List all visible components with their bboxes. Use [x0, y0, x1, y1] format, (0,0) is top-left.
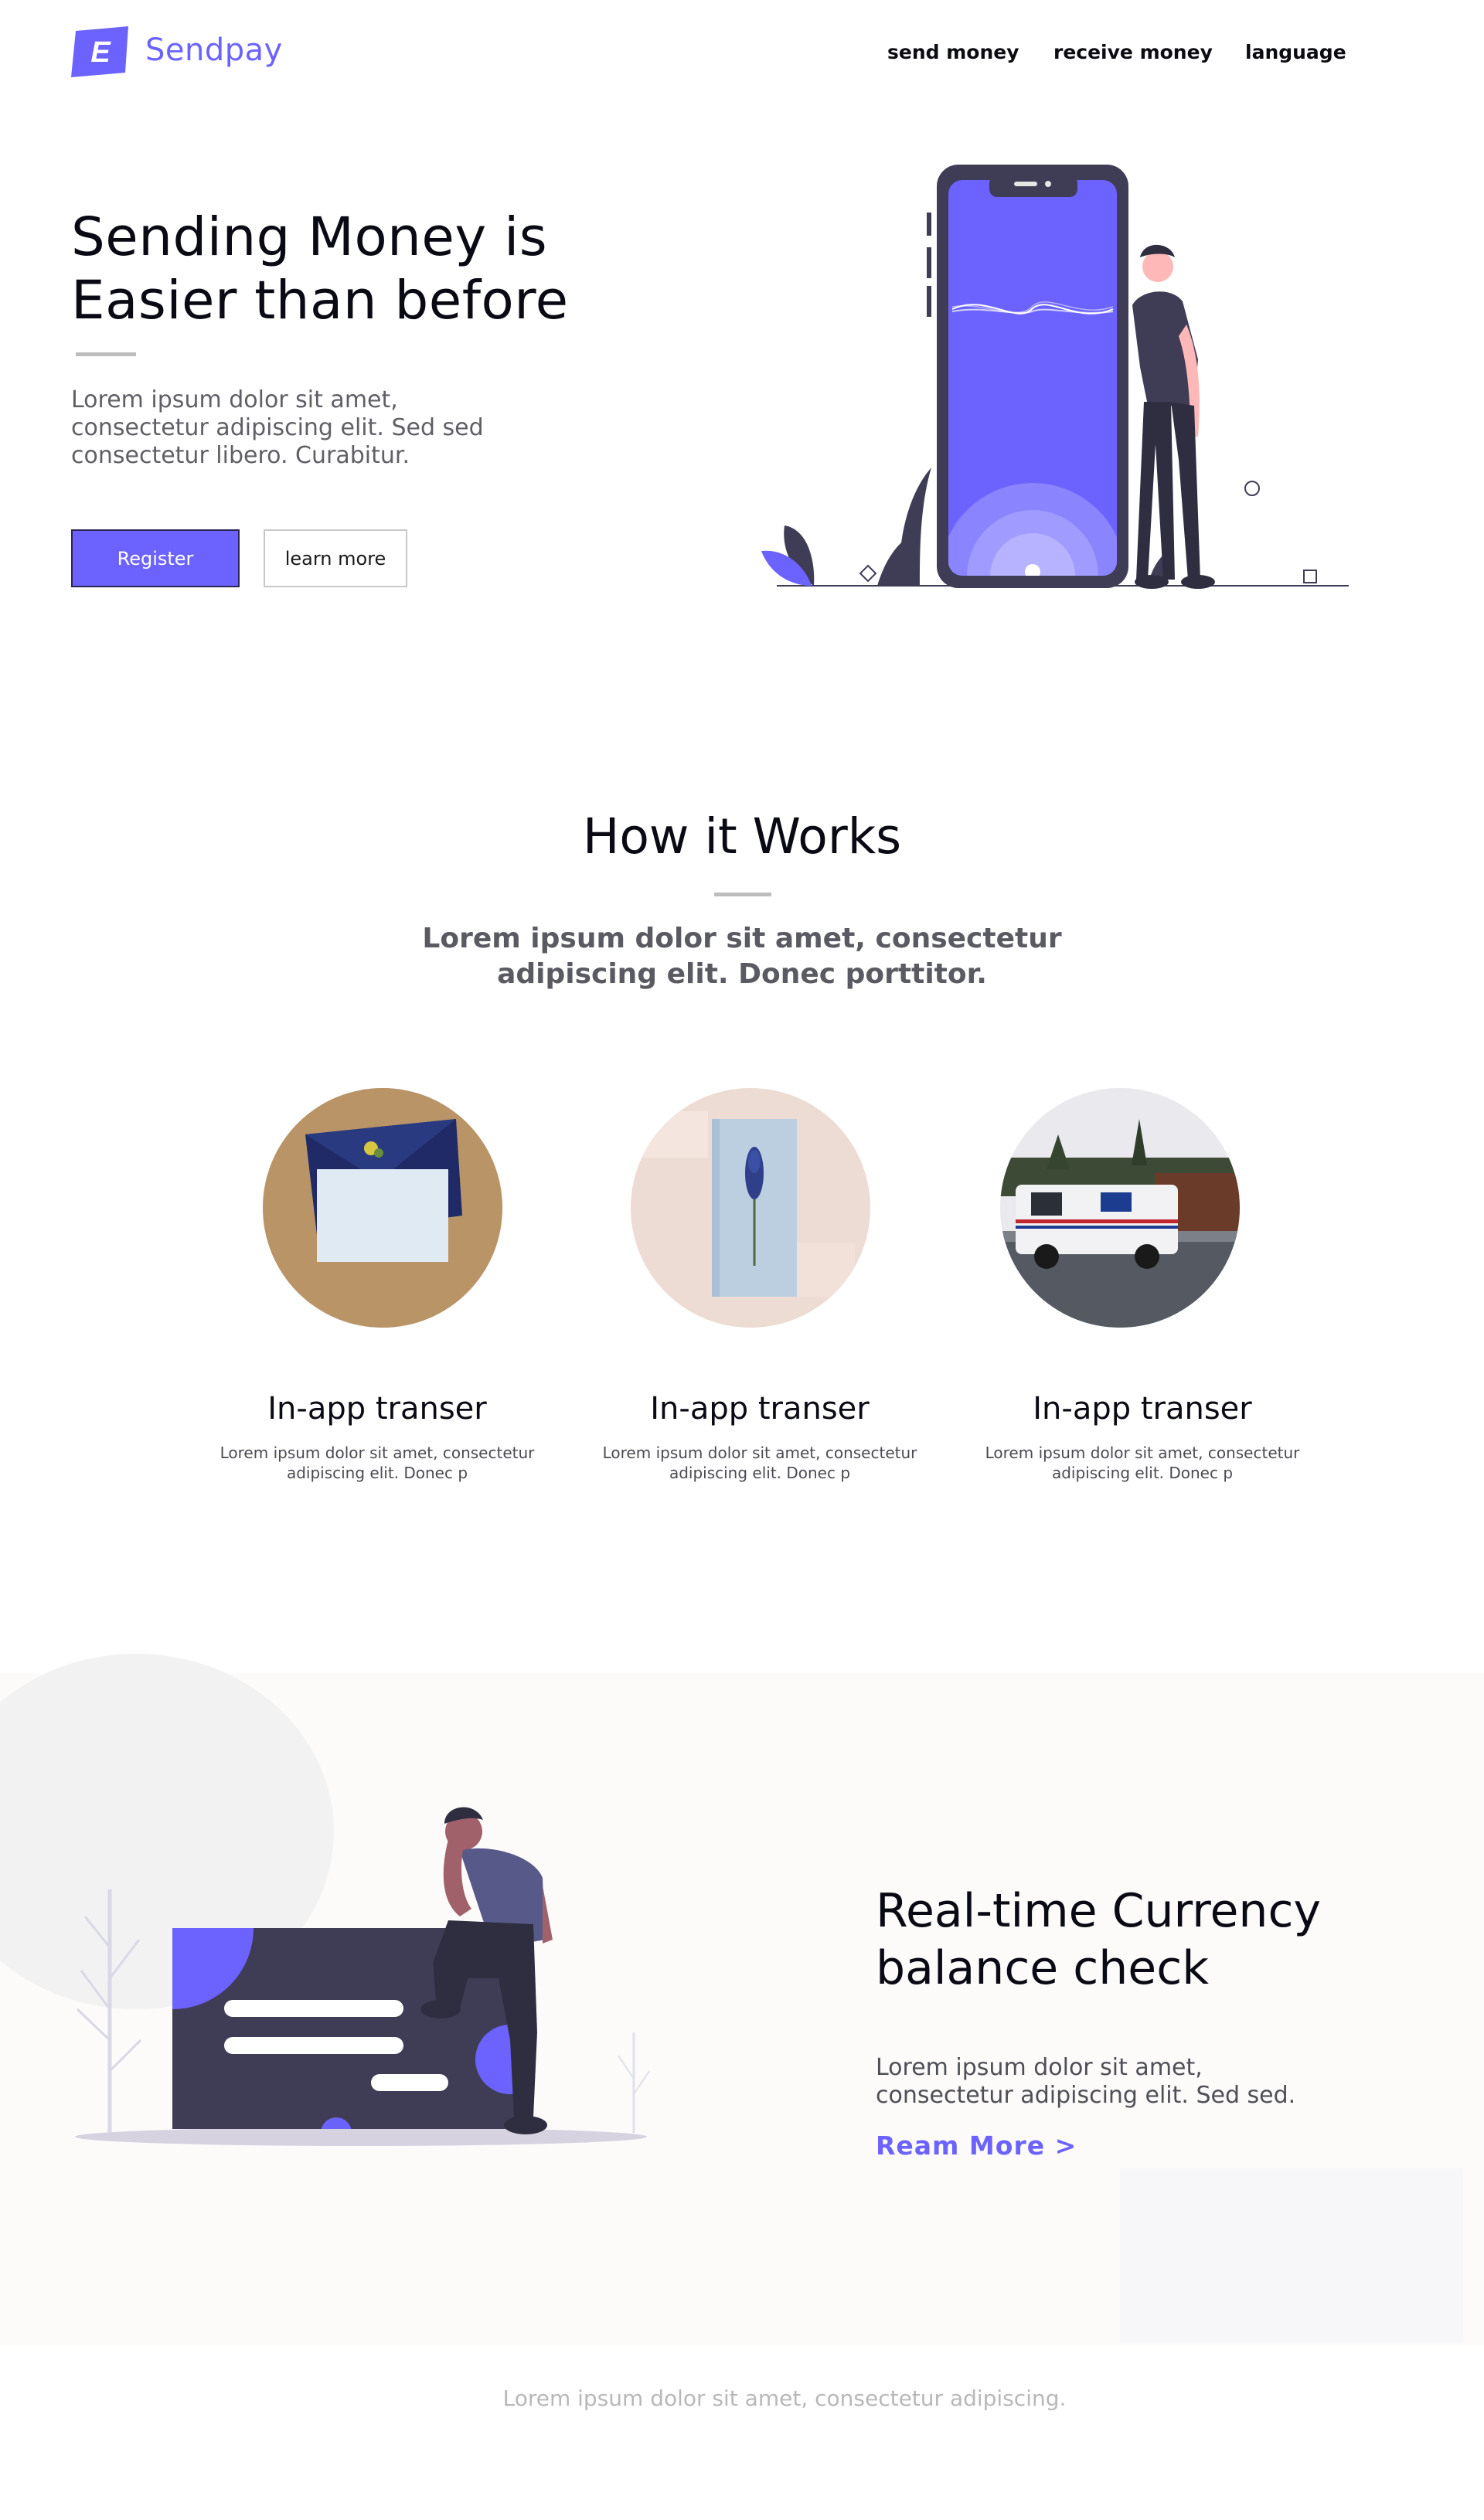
- footer-text: Lorem ipsum dolor sit amet, consectetur …: [502, 2386, 1067, 2411]
- card-text: Lorem ipsum dolor sit amet, consectetur …: [220, 1444, 535, 1482]
- decorative-box: [1120, 2168, 1463, 2343]
- card-title: In-app transer: [650, 1391, 870, 1427]
- nav-language[interactable]: language: [1245, 41, 1346, 63]
- card-title: In-app transer: [1033, 1391, 1252, 1427]
- card-title: In-app transer: [267, 1391, 487, 1427]
- realtime-title: Real-time Currency balance check: [876, 1884, 1321, 1995]
- realtime-description: Lorem ipsum dolor sit amet, consectetur …: [876, 2054, 1296, 2109]
- nav-send-money[interactable]: send money: [887, 41, 1019, 63]
- envelope-photo: [263, 1088, 502, 1328]
- read-more-link[interactable]: Ream More >: [876, 2131, 1077, 2161]
- card-person-illustration: [70, 1785, 657, 2148]
- logo-icon[interactable]: E: [71, 26, 128, 77]
- nav-receive-money[interactable]: receive money: [1053, 41, 1213, 63]
- card-text: Lorem ipsum dolor sit amet, consectetur …: [602, 1444, 917, 1482]
- mail-truck-photo: [1000, 1088, 1240, 1328]
- book-photo: [631, 1088, 870, 1328]
- register-button[interactable]: Register: [71, 529, 240, 587]
- card-text: Lorem ipsum dolor sit amet, consectetur …: [985, 1444, 1300, 1482]
- how-divider: [714, 893, 771, 896]
- brand-name[interactable]: Sendpay: [145, 32, 283, 68]
- how-it-works-title: How it Works: [582, 808, 902, 865]
- how-subtitle: Lorem ipsum dolor sit amet, consectetur …: [422, 923, 1062, 990]
- hero-title: Sending Money is Easier than before: [71, 206, 569, 332]
- hero-description: Lorem ipsum dolor sit amet, consectetur …: [71, 386, 484, 469]
- hero-divider: [76, 352, 136, 356]
- learn-more-button[interactable]: learn more: [264, 529, 407, 587]
- phone-illustration: [754, 158, 1364, 595]
- svg-text:E: E: [90, 36, 111, 69]
